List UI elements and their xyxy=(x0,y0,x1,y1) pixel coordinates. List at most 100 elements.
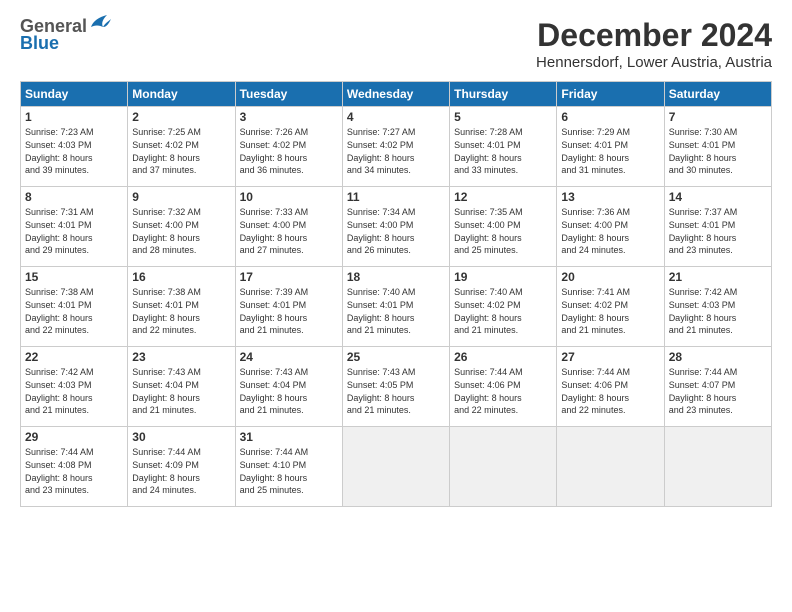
day-number: 19 xyxy=(454,270,552,284)
cell-text: Sunrise: 7:41 AMSunset: 4:02 PMDaylight:… xyxy=(561,286,659,336)
calendar-cell: 20 Sunrise: 7:41 AMSunset: 4:02 PMDayligh… xyxy=(557,267,664,347)
calendar-table: SundayMondayTuesdayWednesdayThursdayFrid… xyxy=(20,81,772,507)
calendar-cell: 26Sunrise: 7:44 AMSunset: 4:06 PMDayligh… xyxy=(450,347,557,427)
calendar-cell xyxy=(342,427,449,507)
calendar-cell: 9 Sunrise: 7:32 AMSunset: 4:00 PMDaylight… xyxy=(128,187,235,267)
weekday-header-monday: Monday xyxy=(128,82,235,107)
day-number: 10 xyxy=(240,190,338,204)
calendar-cell: 30Sunrise: 7:44 AMSunset: 4:09 PMDayligh… xyxy=(128,427,235,507)
day-number: 5 xyxy=(454,110,552,124)
month-title: December 2024 xyxy=(536,16,772,54)
week-row-3: 15 Sunrise: 7:38 AMSunset: 4:01 PMDayligh… xyxy=(21,267,772,347)
calendar-cell: 17Sunrise: 7:39 AMSunset: 4:01 PMDayligh… xyxy=(235,267,342,347)
cell-text: Sunrise: 7:44 AMSunset: 4:07 PMDaylight:… xyxy=(669,366,767,416)
weekday-header-tuesday: Tuesday xyxy=(235,82,342,107)
weekday-header-wednesday: Wednesday xyxy=(342,82,449,107)
calendar-cell: 15 Sunrise: 7:38 AMSunset: 4:01 PMDayligh… xyxy=(21,267,128,347)
cell-text: Sunrise: 7:35 AMSunset: 4:00 PMDaylight:… xyxy=(454,206,552,256)
cell-text: Sunrise: 7:28 AMSunset: 4:01 PMDaylight:… xyxy=(454,126,552,176)
day-number: 25 xyxy=(347,350,445,364)
calendar-cell: 24Sunrise: 7:43 AMSunset: 4:04 PMDayligh… xyxy=(235,347,342,427)
day-number: 4 xyxy=(347,110,445,124)
logo-bird-icon xyxy=(89,13,111,36)
cell-text: Sunrise: 7:36 AMSunset: 4:00 PMDaylight:… xyxy=(561,206,659,256)
cell-text: Sunrise: 7:37 AMSunset: 4:01 PMDaylight:… xyxy=(669,206,767,256)
week-row-5: 29 Sunrise: 7:44 AMSunset: 4:08 PMDayligh… xyxy=(21,427,772,507)
day-number: 12 xyxy=(454,190,552,204)
cell-text: Sunrise: 7:44 AMSunset: 4:08 PMDaylight:… xyxy=(25,446,123,496)
calendar-cell: 6 Sunrise: 7:29 AMSunset: 4:01 PMDaylight… xyxy=(557,107,664,187)
cell-text: Sunrise: 7:43 AMSunset: 4:05 PMDaylight:… xyxy=(347,366,445,416)
cell-text: Sunrise: 7:39 AMSunset: 4:01 PMDaylight:… xyxy=(240,286,338,336)
calendar-cell: 22 Sunrise: 7:42 AMSunset: 4:03 PMDayligh… xyxy=(21,347,128,427)
day-number: 23 xyxy=(132,350,230,364)
calendar-cell: 5 Sunrise: 7:28 AMSunset: 4:01 PMDaylight… xyxy=(450,107,557,187)
calendar-cell: 16Sunrise: 7:38 AMSunset: 4:01 PMDayligh… xyxy=(128,267,235,347)
day-number: 9 xyxy=(132,190,230,204)
weekday-header-friday: Friday xyxy=(557,82,664,107)
weekday-header-saturday: Saturday xyxy=(664,82,771,107)
weekday-header-thursday: Thursday xyxy=(450,82,557,107)
week-row-1: 1Sunrise: 7:23 AMSunset: 4:03 PMDaylight… xyxy=(21,107,772,187)
calendar-header: SundayMondayTuesdayWednesdayThursdayFrid… xyxy=(21,82,772,107)
week-row-2: 8 Sunrise: 7:31 AMSunset: 4:01 PMDaylight… xyxy=(21,187,772,267)
cell-text: Sunrise: 7:26 AMSunset: 4:02 PMDaylight:… xyxy=(240,126,338,176)
day-number: 29 xyxy=(25,430,123,444)
calendar-cell: 29 Sunrise: 7:44 AMSunset: 4:08 PMDayligh… xyxy=(21,427,128,507)
cell-text: Sunrise: 7:38 AMSunset: 4:01 PMDaylight:… xyxy=(25,286,123,336)
calendar-cell: 13 Sunrise: 7:36 AMSunset: 4:00 PMDayligh… xyxy=(557,187,664,267)
day-number: 26 xyxy=(454,350,552,364)
day-number: 13 xyxy=(561,190,659,204)
calendar-cell xyxy=(557,427,664,507)
cell-text: Sunrise: 7:33 AMSunset: 4:00 PMDaylight:… xyxy=(240,206,338,256)
cell-text: Sunrise: 7:34 AMSunset: 4:00 PMDaylight:… xyxy=(347,206,445,256)
day-number: 20 xyxy=(561,270,659,284)
day-number: 22 xyxy=(25,350,123,364)
calendar-cell xyxy=(664,427,771,507)
day-number: 21 xyxy=(669,270,767,284)
day-number: 2 xyxy=(132,110,230,124)
header: General Blue December 2024 Hennersdorf, … xyxy=(20,16,772,71)
calendar-cell: 11 Sunrise: 7:34 AMSunset: 4:00 PMDayligh… xyxy=(342,187,449,267)
cell-text: Sunrise: 7:31 AMSunset: 4:01 PMDaylight:… xyxy=(25,206,123,256)
cell-text: Sunrise: 7:42 AMSunset: 4:03 PMDaylight:… xyxy=(669,286,767,336)
calendar-cell: 3 Sunrise: 7:26 AMSunset: 4:02 PMDaylight… xyxy=(235,107,342,187)
calendar-body: 1Sunrise: 7:23 AMSunset: 4:03 PMDaylight… xyxy=(21,107,772,507)
calendar-cell: 12 Sunrise: 7:35 AMSunset: 4:00 PMDayligh… xyxy=(450,187,557,267)
calendar-cell: 10 Sunrise: 7:33 AMSunset: 4:00 PMDayligh… xyxy=(235,187,342,267)
calendar-cell: 4 Sunrise: 7:27 AMSunset: 4:02 PMDaylight… xyxy=(342,107,449,187)
cell-text: Sunrise: 7:42 AMSunset: 4:03 PMDaylight:… xyxy=(25,366,123,416)
day-number: 3 xyxy=(240,110,338,124)
day-number: 6 xyxy=(561,110,659,124)
day-number: 15 xyxy=(25,270,123,284)
calendar-cell: 14 Sunrise: 7:37 AMSunset: 4:01 PMDayligh… xyxy=(664,187,771,267)
cell-text: Sunrise: 7:32 AMSunset: 4:00 PMDaylight:… xyxy=(132,206,230,256)
logo-blue-text: Blue xyxy=(20,33,59,54)
calendar-cell: 18Sunrise: 7:40 AMSunset: 4:01 PMDayligh… xyxy=(342,267,449,347)
calendar-cell: 2Sunrise: 7:25 AMSunset: 4:02 PMDaylight… xyxy=(128,107,235,187)
day-number: 18 xyxy=(347,270,445,284)
calendar-cell: 8 Sunrise: 7:31 AMSunset: 4:01 PMDaylight… xyxy=(21,187,128,267)
weekday-header-sunday: Sunday xyxy=(21,82,128,107)
title-block: December 2024 Hennersdorf, Lower Austria… xyxy=(536,16,772,71)
cell-text: Sunrise: 7:29 AMSunset: 4:01 PMDaylight:… xyxy=(561,126,659,176)
weekday-row: SundayMondayTuesdayWednesdayThursdayFrid… xyxy=(21,82,772,107)
day-number: 7 xyxy=(669,110,767,124)
calendar-cell: 1Sunrise: 7:23 AMSunset: 4:03 PMDaylight… xyxy=(21,107,128,187)
day-number: 16 xyxy=(132,270,230,284)
cell-text: Sunrise: 7:27 AMSunset: 4:02 PMDaylight:… xyxy=(347,126,445,176)
day-number: 30 xyxy=(132,430,230,444)
day-number: 14 xyxy=(669,190,767,204)
day-number: 8 xyxy=(25,190,123,204)
calendar-cell: 21 Sunrise: 7:42 AMSunset: 4:03 PMDayligh… xyxy=(664,267,771,347)
calendar-cell: 25 Sunrise: 7:43 AMSunset: 4:05 PMDayligh… xyxy=(342,347,449,427)
logo: General Blue xyxy=(20,16,111,54)
calendar-cell: 31 Sunrise: 7:44 AMSunset: 4:10 PMDayligh… xyxy=(235,427,342,507)
calendar-cell: 7Sunrise: 7:30 AMSunset: 4:01 PMDaylight… xyxy=(664,107,771,187)
cell-text: Sunrise: 7:40 AMSunset: 4:02 PMDaylight:… xyxy=(454,286,552,336)
day-number: 1 xyxy=(25,110,123,124)
cell-text: Sunrise: 7:44 AMSunset: 4:10 PMDaylight:… xyxy=(240,446,338,496)
day-number: 31 xyxy=(240,430,338,444)
day-number: 11 xyxy=(347,190,445,204)
week-row-4: 22 Sunrise: 7:42 AMSunset: 4:03 PMDayligh… xyxy=(21,347,772,427)
